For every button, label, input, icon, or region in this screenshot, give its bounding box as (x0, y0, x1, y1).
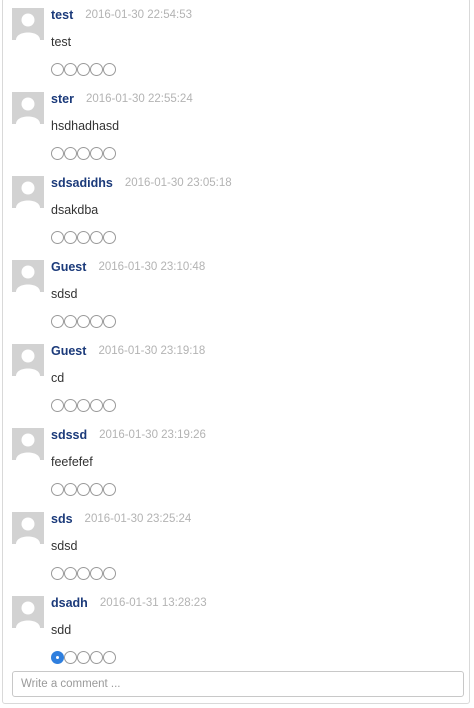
rating-radio[interactable] (51, 147, 64, 160)
comment-timestamp: 2016-01-31 13:28:23 (99, 597, 207, 609)
avatar-icon (12, 344, 44, 376)
comment-item: Guest 2016-01-30 23:10:48 sdsd (3, 253, 471, 337)
comment-timestamp: 2016-01-30 23:05:18 (124, 177, 232, 189)
comment-author[interactable]: test (51, 8, 73, 22)
comment-item: test 2016-01-30 22:54:53 test (3, 1, 471, 85)
comment-timestamp: 2016-01-30 23:19:18 (98, 345, 206, 357)
rating-radio[interactable] (103, 315, 116, 328)
comment-text: sdsd (51, 539, 78, 553)
comment-item: sdsadidhs 2016-01-30 23:05:18 dsakdba (3, 169, 471, 253)
comment-timestamp: 2016-01-30 23:19:26 (99, 429, 206, 441)
rating-radio[interactable] (51, 315, 64, 328)
comment-timestamp: 2016-01-30 23:25:24 (84, 513, 192, 525)
rating-radio[interactable] (64, 231, 77, 244)
avatar-icon (12, 512, 44, 544)
avatar-icon (12, 260, 44, 292)
rating-radio[interactable] (64, 315, 77, 328)
rating-radio[interactable] (90, 63, 103, 76)
avatar-icon (12, 596, 44, 628)
rating-radio[interactable] (77, 651, 90, 664)
rating-radio[interactable] (51, 231, 64, 244)
rating-radio[interactable] (77, 399, 90, 412)
comment-item: sdssd 2016-01-30 23:19:26 feefefef (3, 421, 471, 505)
comment-timestamp: 2016-01-30 22:54:53 (85, 9, 193, 21)
comment-author[interactable]: Guest (51, 344, 86, 358)
comment-text: cd (51, 371, 65, 385)
rating-radio[interactable] (51, 567, 64, 580)
rating-radio[interactable] (77, 231, 90, 244)
comment-timestamp: 2016-01-30 23:10:48 (98, 261, 206, 273)
rating-radio[interactable] (77, 483, 90, 496)
comment-input[interactable] (13, 672, 463, 696)
avatar-icon (12, 92, 44, 124)
comment-text: feefefef (51, 455, 93, 469)
comments-panel: test 2016-01-30 22:54:53 test ster 2016-01-3… (2, 0, 470, 704)
rating-radio[interactable] (77, 147, 90, 160)
comment-timestamp: 2016-01-30 22:55:24 (85, 93, 193, 105)
comment-item: Guest 2016-01-30 23:19:18 cd (3, 337, 471, 421)
rating-radio[interactable] (51, 651, 64, 664)
rating-radio[interactable] (64, 399, 77, 412)
avatar-icon (12, 8, 44, 40)
rating-radio[interactable] (77, 315, 90, 328)
rating-radio[interactable] (51, 483, 64, 496)
rating-radio[interactable] (103, 399, 116, 412)
rating-radio[interactable] (64, 567, 77, 580)
rating-radio[interactable] (64, 651, 77, 664)
rating-radio[interactable] (103, 567, 116, 580)
comment-text: dsakdba (51, 203, 99, 217)
comment-author[interactable]: sds (51, 512, 73, 526)
rating-radio[interactable] (77, 63, 90, 76)
comment-item: ster 2016-01-30 22:55:24 hsdhadhasd (3, 85, 471, 169)
rating-radio[interactable] (103, 483, 116, 496)
comment-input-container (12, 671, 464, 697)
rating-radio[interactable] (64, 483, 77, 496)
rating-radio[interactable] (90, 567, 103, 580)
rating-radio[interactable] (64, 147, 77, 160)
rating-radio[interactable] (103, 63, 116, 76)
comment-author[interactable]: sdsadidhs (51, 176, 113, 190)
rating-radio[interactable] (64, 63, 77, 76)
rating-radio[interactable] (77, 567, 90, 580)
avatar-icon (12, 176, 44, 208)
rating-radio[interactable] (103, 147, 116, 160)
comment-item: sds 2016-01-30 23:25:24 sdsd (3, 505, 471, 589)
rating-radio[interactable] (90, 399, 103, 412)
comment-item: dsadh 2016-01-31 13:28:23 sdd (3, 589, 471, 673)
comment-author[interactable]: Guest (51, 260, 86, 274)
comment-author[interactable]: sdssd (51, 428, 87, 442)
rating-radio[interactable] (103, 651, 116, 664)
rating-radio[interactable] (90, 231, 103, 244)
rating-radio[interactable] (90, 483, 103, 496)
rating-radio[interactable] (90, 651, 103, 664)
rating-radio[interactable] (90, 147, 103, 160)
comment-text: sdd (51, 623, 72, 637)
comment-text: test (51, 35, 72, 49)
rating-radio[interactable] (90, 315, 103, 328)
avatar-icon (12, 428, 44, 460)
comment-author[interactable]: dsadh (51, 596, 88, 610)
rating-radio[interactable] (103, 231, 116, 244)
comment-text: sdsd (51, 287, 78, 301)
comment-author[interactable]: ster (51, 92, 74, 106)
rating-radio[interactable] (51, 63, 64, 76)
rating-radio[interactable] (51, 399, 64, 412)
comment-text: hsdhadhasd (51, 119, 120, 133)
